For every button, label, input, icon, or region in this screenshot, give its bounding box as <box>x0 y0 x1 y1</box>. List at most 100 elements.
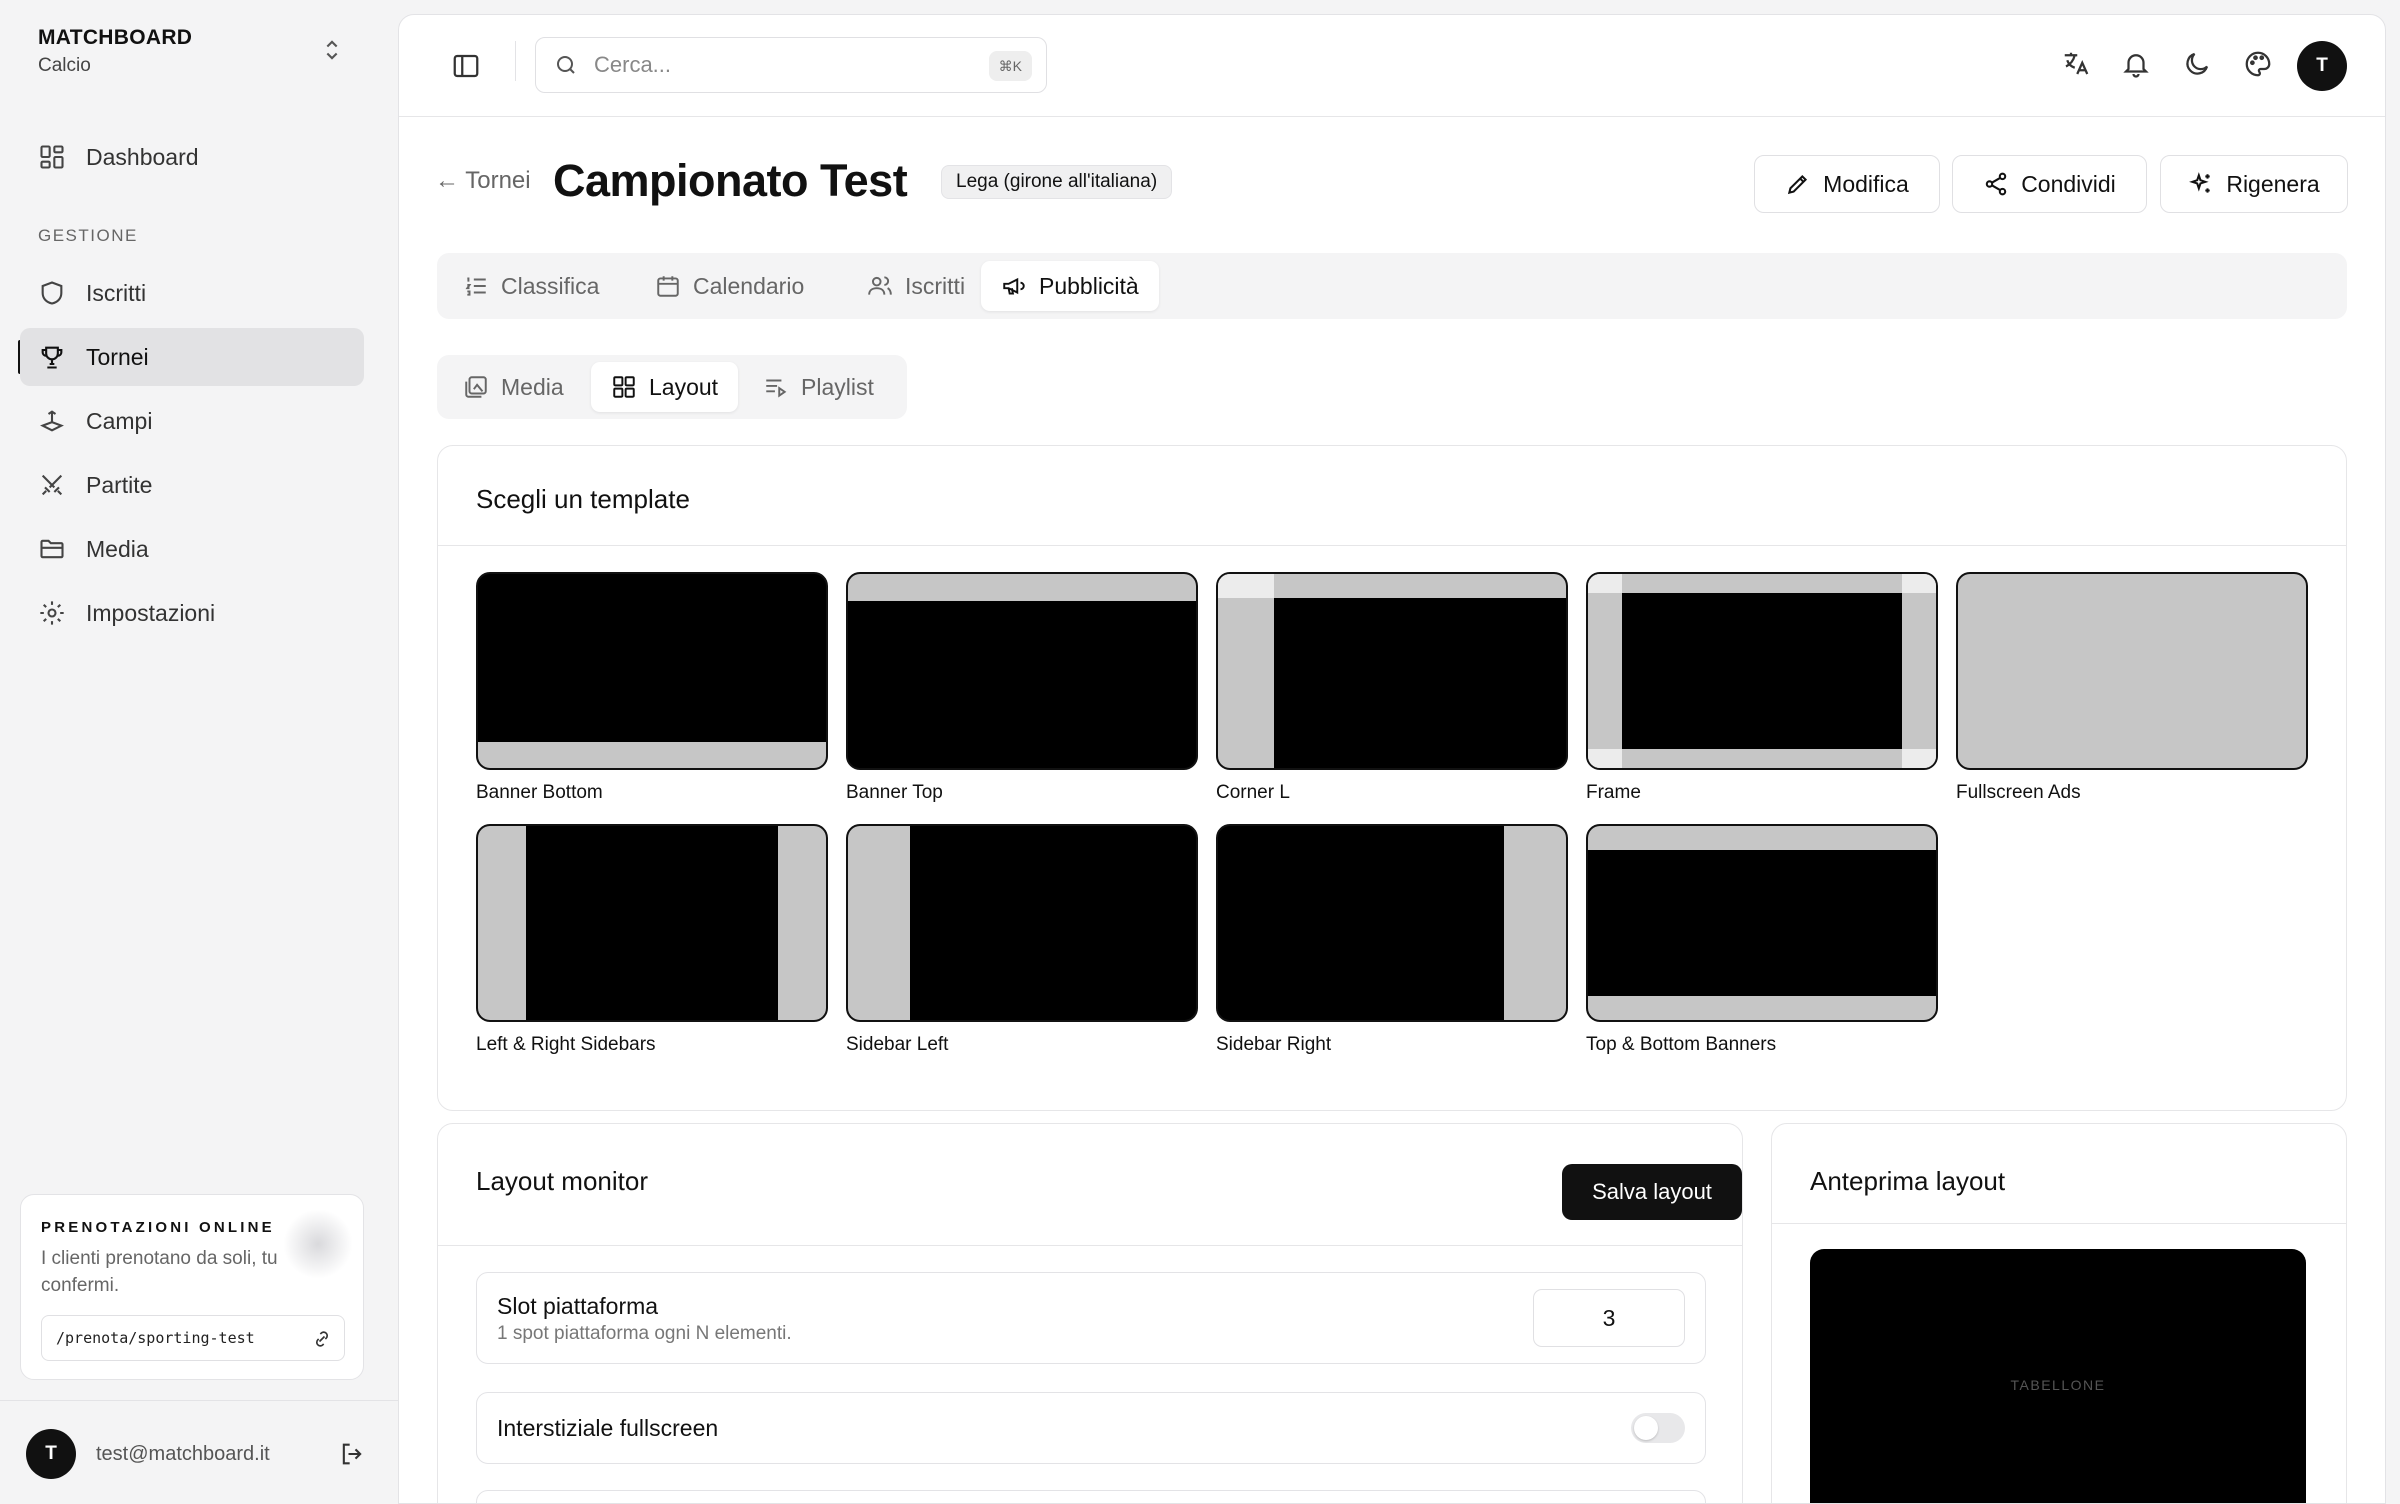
sidebar-item-label: Iscritti <box>86 279 147 306</box>
interstitial-toggle[interactable] <box>1631 1413 1685 1443</box>
notifications-button[interactable] <box>2119 47 2153 81</box>
tab-pubblicita[interactable]: Pubblicità <box>981 261 1159 311</box>
card-title: Anteprima layout <box>1810 1166 2006 1196</box>
template-fullscreen-ads[interactable]: Fullscreen Ads <box>1956 572 2308 804</box>
template-banner-top[interactable]: Banner Top <box>846 572 1198 804</box>
sidebar-item-campi[interactable]: Campi <box>20 392 364 450</box>
sidebar: MATCHBOARD Calcio Dashboard GESTIONE Isc… <box>0 0 398 1504</box>
section-label: GESTIONE <box>38 226 138 245</box>
sidebar-item-impostazioni[interactable]: Impostazioni <box>20 584 364 642</box>
regenerate-button[interactable]: Rigenera <box>2160 155 2348 213</box>
template-label: Sidebar Right <box>1216 1034 1332 1055</box>
setting-description: 1 spot piattaforma ogni N elementi. <box>497 1323 792 1344</box>
template-top-bottom-banners[interactable]: Top & Bottom Banners <box>1586 824 1938 1056</box>
chevrons-up-down-icon[interactable] <box>318 36 346 64</box>
template-sidebar-left[interactable]: Sidebar Left <box>846 824 1198 1056</box>
card-header: Anteprima layout <box>1772 1124 2346 1224</box>
interstitial-setting: Interstiziale fullscreen <box>476 1392 1706 1464</box>
moon-icon <box>2186 52 2209 75</box>
sidebar-item-label: Dashboard <box>86 143 199 170</box>
setting-title: Slot piattaforma <box>497 1293 659 1319</box>
template-thumbnail <box>1216 572 1568 770</box>
template-thumbnail <box>1586 572 1938 770</box>
save-layout-button[interactable]: Salva layout <box>1562 1164 1742 1220</box>
workspace-switcher[interactable]: MATCHBOARD Calcio <box>38 26 192 77</box>
tab-calendario[interactable]: Calendario <box>635 261 824 311</box>
avatar[interactable]: T <box>2297 41 2347 91</box>
pencil-icon <box>1788 174 1808 195</box>
promo-title: PRENOTAZIONI ONLINE <box>41 1219 275 1236</box>
swords-icon <box>41 474 63 496</box>
back-link[interactable]: ← Tornei <box>435 167 531 195</box>
search-input[interactable]: Cerca... ⌘K <box>535 37 1047 93</box>
sidebar-item-label: Impostazioni <box>86 599 216 626</box>
template-left-right-sidebars[interactable]: Left & Right Sidebars <box>476 824 828 1056</box>
sidebar-item-iscritti[interactable]: Iscritti <box>20 264 364 322</box>
subtab-playlist[interactable]: Playlist <box>743 362 894 412</box>
main-panel: Cerca... ⌘K T ← Tornei Campionato Test L… <box>398 14 2386 1504</box>
playlist-icon <box>766 379 787 398</box>
sidebar-item-dashboard[interactable]: Dashboard <box>20 128 364 186</box>
megaphone-icon <box>1003 277 1025 295</box>
sidebar-item-media[interactable]: Media <box>20 520 364 578</box>
sidebar-item-label: Campi <box>86 407 153 434</box>
dashboard-icon <box>40 145 64 169</box>
user-menu[interactable]: T test@matchboard.it <box>26 1428 366 1480</box>
template-corner-l[interactable]: Corner L <box>1216 572 1568 804</box>
share-button[interactable]: Condividi <box>1952 155 2147 213</box>
language-button[interactable] <box>2059 47 2093 81</box>
template-thumbnail <box>846 824 1198 1022</box>
tab-label: Calendario <box>693 272 805 299</box>
sidebar-item-partite[interactable]: Partite <box>20 456 364 514</box>
tab-label: Iscritti <box>905 272 966 299</box>
template-frame[interactable]: Frame <box>1586 572 1938 804</box>
tab-iscritti[interactable]: Iscritti <box>847 261 985 311</box>
tab-classifica[interactable]: Classifica <box>443 261 619 311</box>
logout-icon[interactable] <box>338 1440 366 1468</box>
sparkles-icon <box>2189 172 2210 193</box>
layout-preview-card: Anteprima layout TABELLONE <box>1771 1123 2347 1503</box>
template-thumbnail <box>1216 824 1568 1022</box>
tournament-tabs: Classifica Calendario Iscritti Pubblicit… <box>437 253 2347 319</box>
booking-url-field[interactable]: /prenota/sporting-test <box>41 1315 345 1361</box>
regenerate-label: Rigenera <box>2226 170 2320 197</box>
template-chooser-card: Scegli un template Banner Bottom Banner … <box>437 445 2347 1111</box>
tab-label: Pubblicità <box>1039 272 1139 299</box>
toggle-sidebar-button[interactable] <box>449 49 483 83</box>
template-label: Top & Bottom Banners <box>1586 1034 1777 1055</box>
preview-screen: TABELLONE <box>1810 1249 2306 1503</box>
gear-icon <box>40 601 64 625</box>
template-thumbnail <box>1586 824 1938 1022</box>
sidebar-item-tornei[interactable]: Tornei <box>20 328 364 386</box>
subtab-layout[interactable]: Layout <box>591 362 739 412</box>
template-banner-bottom[interactable]: Banner Bottom <box>476 572 828 804</box>
sidebar-toggle-icon <box>453 54 479 78</box>
booking-url: /prenota/sporting-test <box>56 1329 255 1347</box>
template-sidebar-right[interactable]: Sidebar Right <box>1216 824 1568 1056</box>
shield-icon <box>41 281 63 305</box>
app-sport: Calcio <box>38 55 91 76</box>
calendar-icon <box>657 276 679 297</box>
promo-text: I clienti prenotano da soli, tu confermi… <box>41 1248 278 1296</box>
tournament-type-badge: Lega (girone all'italiana) <box>941 165 1173 199</box>
advertising-subtabs: Media Layout Playlist <box>437 355 907 419</box>
setting-row <box>476 1490 1706 1503</box>
page-title: Campionato Test <box>553 155 908 206</box>
theme-toggle-button[interactable] <box>2180 47 2214 81</box>
setting-title: Interstiziale fullscreen <box>497 1415 719 1441</box>
template-label: Fullscreen Ads <box>1956 782 2081 803</box>
user-email: test@matchboard.it <box>96 1442 270 1465</box>
template-label: Left & Right Sidebars <box>476 1034 656 1055</box>
sidebar-item-label: Partite <box>86 471 153 498</box>
app-name: MATCHBOARD <box>38 26 193 49</box>
subtab-media[interactable]: Media <box>443 362 584 412</box>
edit-button[interactable]: Modifica <box>1754 155 1940 213</box>
palette-button[interactable] <box>2241 47 2275 81</box>
link-icon[interactable] <box>312 1329 332 1349</box>
template-thumbnail <box>846 572 1198 770</box>
divider <box>515 41 516 81</box>
slot-number-input[interactable]: 3 <box>1533 1289 1685 1347</box>
avatar[interactable]: T <box>26 1429 76 1479</box>
subtab-label: Layout <box>649 373 719 400</box>
shortcut-hint: ⌘K <box>988 51 1032 81</box>
